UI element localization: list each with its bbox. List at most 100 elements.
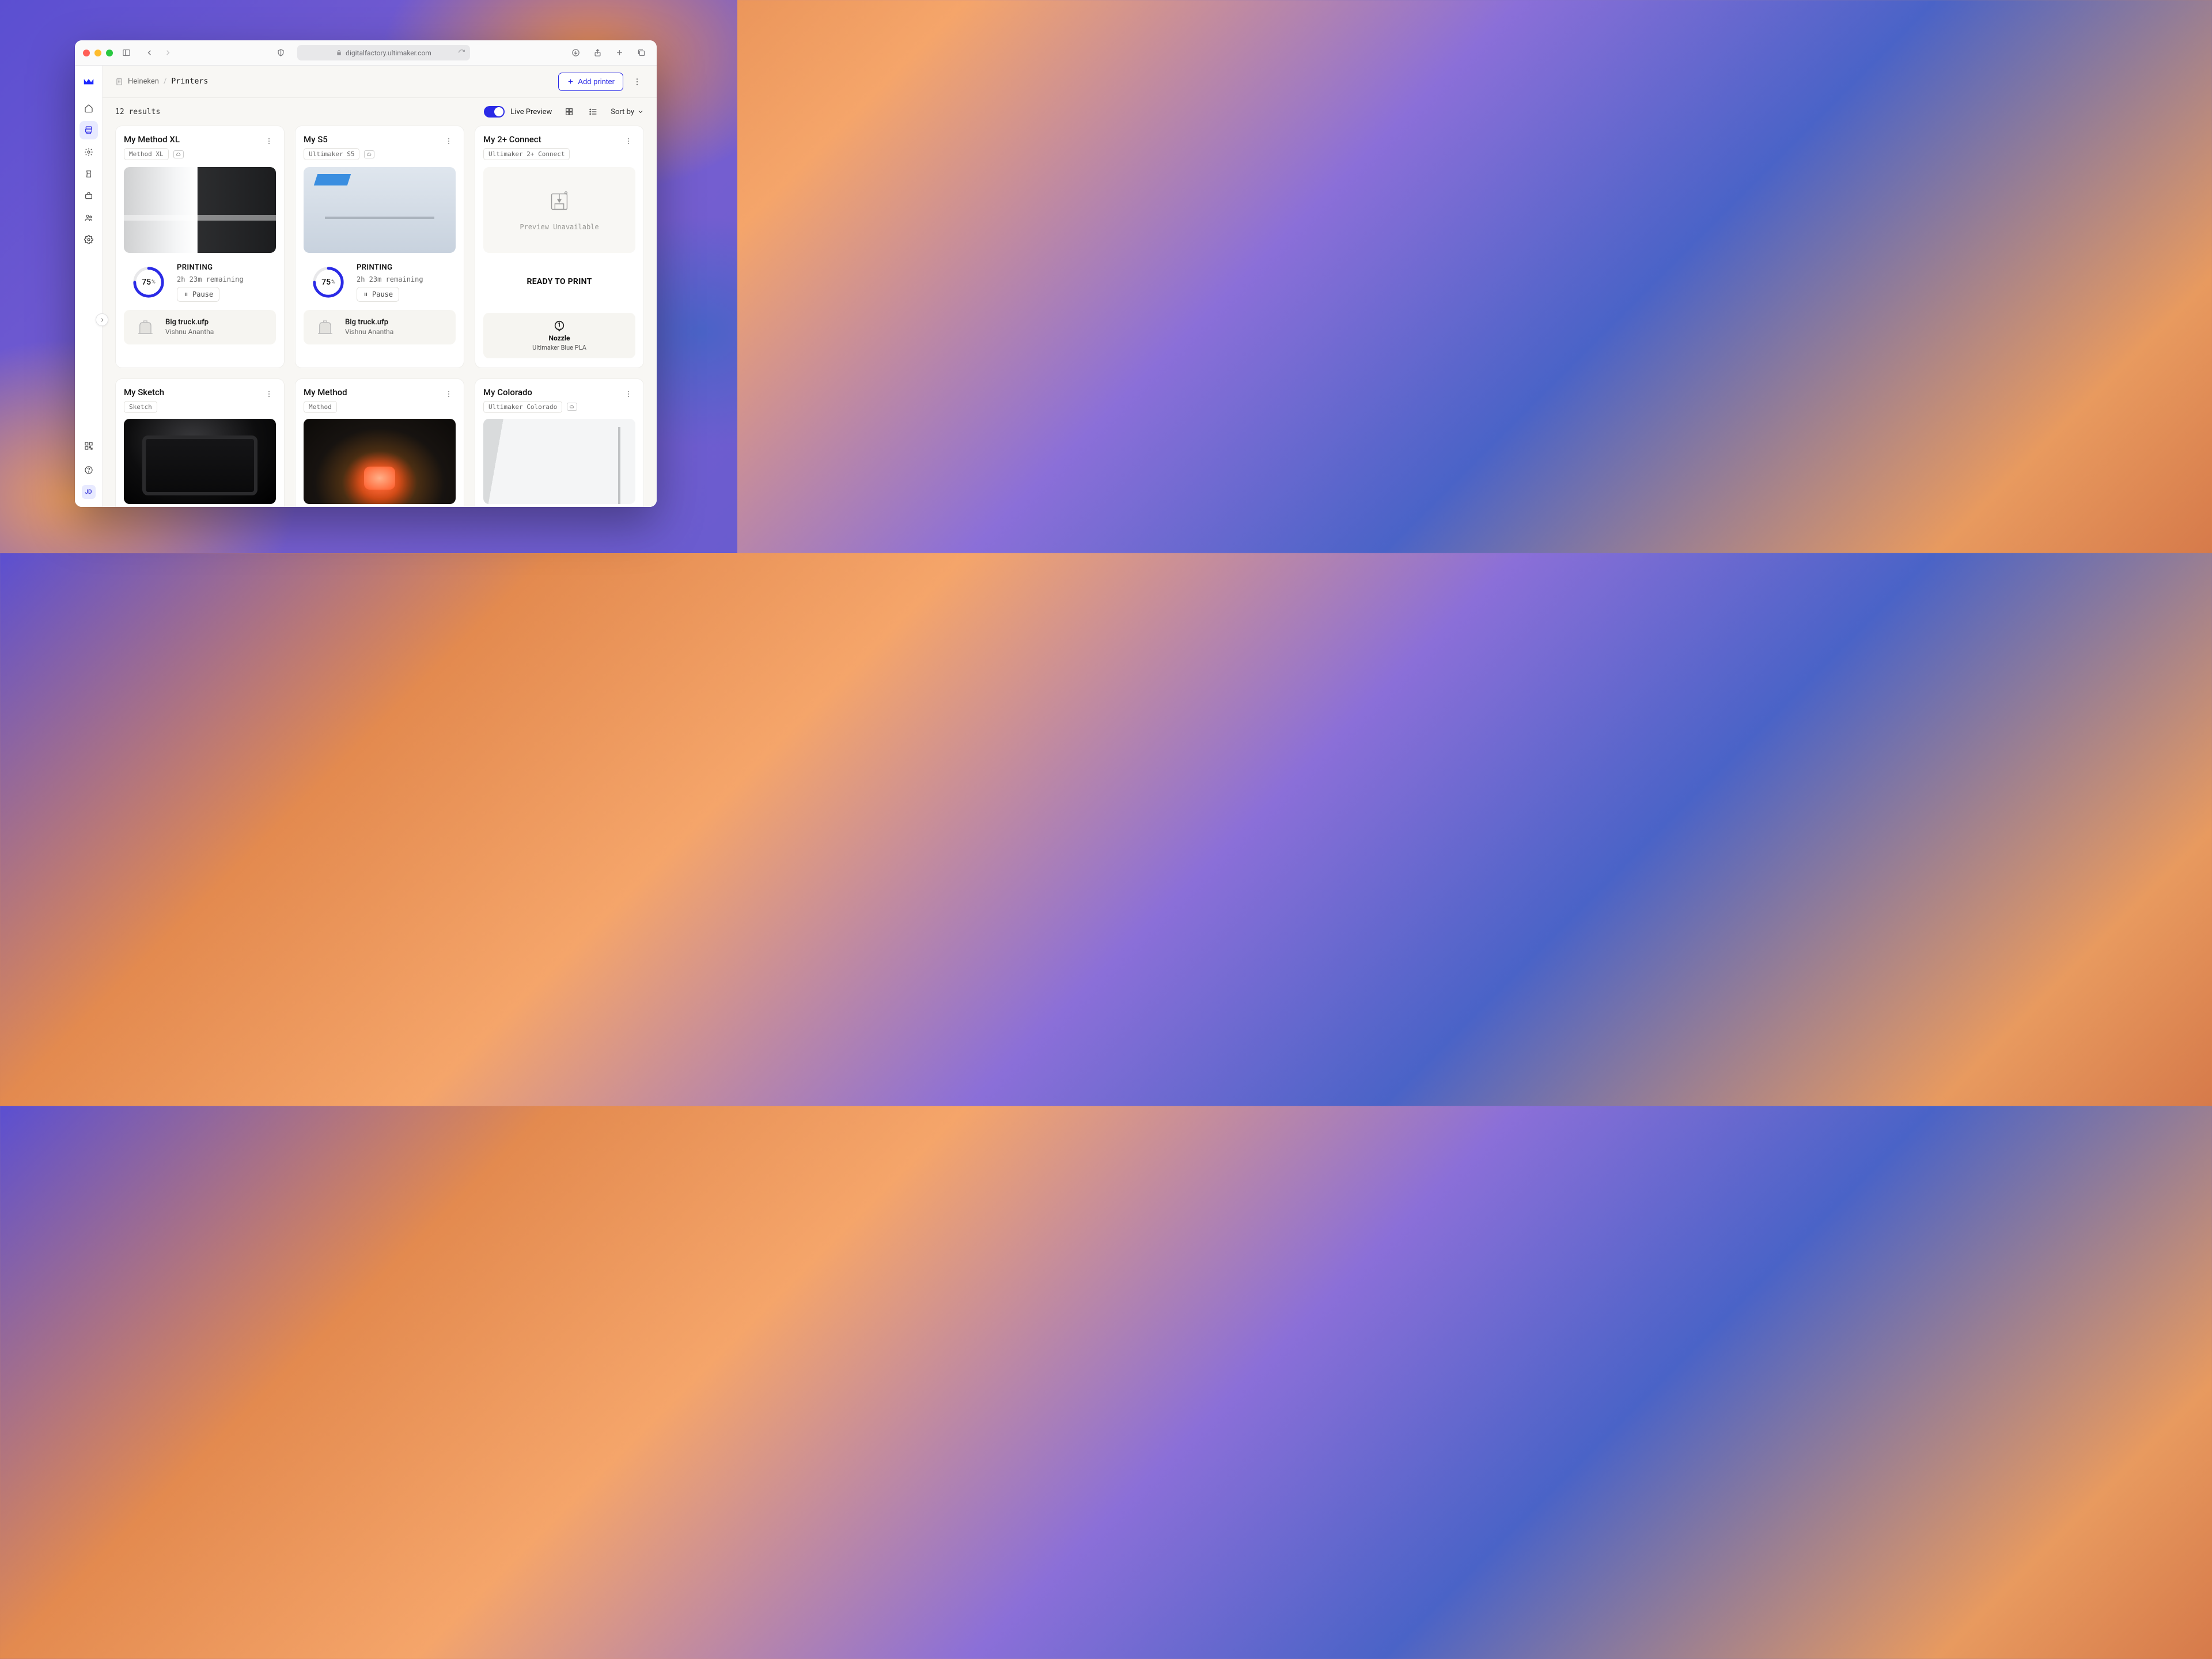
breadcrumb: Heineken / Printers [115, 77, 209, 86]
card-overflow-button[interactable] [622, 387, 635, 401]
add-printer-button[interactable]: Add printer [558, 73, 623, 91]
card-overflow-button[interactable] [262, 134, 276, 148]
nav-qr-icon[interactable] [79, 437, 98, 455]
nav-home[interactable] [79, 99, 98, 118]
nozzle-label: Nozzle [548, 334, 570, 342]
privacy-shield-icon[interactable] [273, 46, 288, 60]
progress-ring: 75% [132, 266, 165, 299]
pause-button[interactable]: Pause [177, 287, 219, 302]
model-thumbnail-icon [132, 317, 157, 338]
sort-by-dropdown[interactable]: Sort by [611, 108, 644, 116]
printer-name: My Sketch [124, 387, 164, 397]
pause-label: Pause [192, 290, 213, 298]
app-logo-icon[interactable] [82, 74, 95, 86]
lock-icon [336, 50, 342, 56]
cloud-connection-icon [364, 150, 374, 158]
printer-card[interactable]: My Sketch Sketch [115, 378, 285, 507]
card-overflow-button[interactable] [262, 387, 276, 401]
camera-preview [124, 167, 276, 253]
nav-storage[interactable] [79, 187, 98, 205]
address-bar[interactable]: digitalfactory.ultimaker.com [297, 45, 470, 60]
share-icon[interactable] [590, 46, 605, 60]
printer-model-tag: Ultimaker Colorado [483, 401, 562, 413]
pause-button[interactable]: Pause [357, 287, 399, 302]
progress-ring: 75% [312, 266, 345, 299]
downloads-icon[interactable] [568, 46, 583, 60]
nav-printers[interactable] [79, 121, 98, 139]
live-preview-toggle[interactable] [484, 106, 505, 118]
toolbar: 12 results Live Preview Sort by [103, 98, 657, 126]
job-owner: Vishnu Anantha [345, 328, 393, 336]
reload-icon[interactable] [458, 49, 465, 56]
breadcrumb-current: Printers [171, 77, 208, 86]
printer-model-tag: Sketch [124, 401, 157, 413]
time-remaining: 2h 23m remaining [177, 275, 244, 283]
tabs-overview-icon[interactable] [634, 46, 649, 60]
nav-settings[interactable] [79, 230, 98, 249]
results-count: 12 results [115, 108, 160, 116]
nav-jobs[interactable] [79, 165, 98, 183]
printer-card[interactable]: My S5 Ultimaker S5 [295, 126, 464, 368]
printer-model-tag: Method XL [124, 148, 169, 160]
camera-preview [483, 419, 635, 505]
pause-icon [363, 291, 369, 297]
camera-preview [304, 167, 456, 253]
nav-team[interactable] [79, 209, 98, 227]
app-sidebar: JD [75, 66, 103, 507]
printer-name: My S5 [304, 134, 374, 145]
breadcrumb-org[interactable]: Heineken [128, 77, 159, 86]
plus-icon [567, 78, 574, 85]
sort-by-label: Sort by [611, 108, 634, 116]
nozzle-material: Ultimaker Blue PLA [532, 344, 586, 351]
printer-status: PRINTING [357, 263, 392, 272]
job-filename: Big truck.ufp [165, 318, 214, 327]
printer-card[interactable]: My 2+ Connect Ultimaker 2+ Connect Previ… [475, 126, 644, 368]
camera-preview [304, 419, 456, 505]
live-preview-label: Live Preview [510, 108, 552, 116]
progress-percent: 75 [142, 278, 151, 287]
printer-name: My Colorado [483, 387, 577, 397]
window-minimize-button[interactable] [94, 50, 101, 56]
printer-model-tag: Ultimaker S5 [304, 148, 359, 160]
pause-label: Pause [372, 290, 393, 298]
chevron-down-icon [637, 108, 644, 115]
nav-forward-button[interactable] [160, 46, 175, 60]
card-overflow-button[interactable] [622, 134, 635, 148]
progress-percent: 75 [321, 278, 331, 287]
header-overflow-button[interactable] [630, 75, 644, 89]
cloud-connection-icon [173, 150, 184, 158]
printer-model-tag: Method [304, 401, 337, 413]
new-tab-icon[interactable] [612, 46, 627, 60]
breadcrumb-separator: / [164, 77, 166, 86]
printer-name: My 2+ Connect [483, 134, 570, 145]
sidebar-expand-button[interactable] [96, 313, 108, 326]
list-view-button[interactable] [586, 105, 600, 119]
printer-outline-icon [546, 188, 573, 215]
nav-materials[interactable] [79, 143, 98, 161]
printer-model-tag: Ultimaker 2+ Connect [483, 148, 570, 160]
cloud-connection-icon [567, 403, 577, 411]
card-overflow-button[interactable] [442, 134, 456, 148]
card-overflow-button[interactable] [442, 387, 456, 401]
printer-card[interactable]: My Method Method [295, 378, 464, 507]
window-controls [83, 50, 113, 56]
printer-card[interactable]: My Colorado Ultimaker Colorado [475, 378, 644, 507]
page-header: Heineken / Printers Add printer [103, 66, 657, 98]
preview-unavailable-label: Preview Unavailable [520, 223, 599, 231]
sidebar-toggle-icon[interactable] [119, 46, 134, 60]
window-maximize-button[interactable] [106, 50, 113, 56]
grid-view-button[interactable] [562, 105, 576, 119]
add-printer-label: Add printer [578, 77, 615, 86]
nozzle-index: 1 [553, 318, 566, 332]
nav-back-button[interactable] [142, 46, 157, 60]
url-text: digitalfactory.ultimaker.com [346, 49, 431, 57]
current-job-row: Big truck.ufp Vishnu Anantha [124, 310, 276, 344]
window-close-button[interactable] [83, 50, 90, 56]
nav-help-icon[interactable] [79, 461, 98, 479]
printer-status: READY TO PRINT [483, 260, 635, 306]
printer-card[interactable]: My Method XL Method XL [115, 126, 285, 368]
model-thumbnail-icon [312, 317, 337, 338]
current-job-row: Big truck.ufp Vishnu Anantha [304, 310, 456, 344]
user-avatar[interactable]: JD [82, 485, 96, 499]
printer-name: My Method XL [124, 134, 184, 145]
